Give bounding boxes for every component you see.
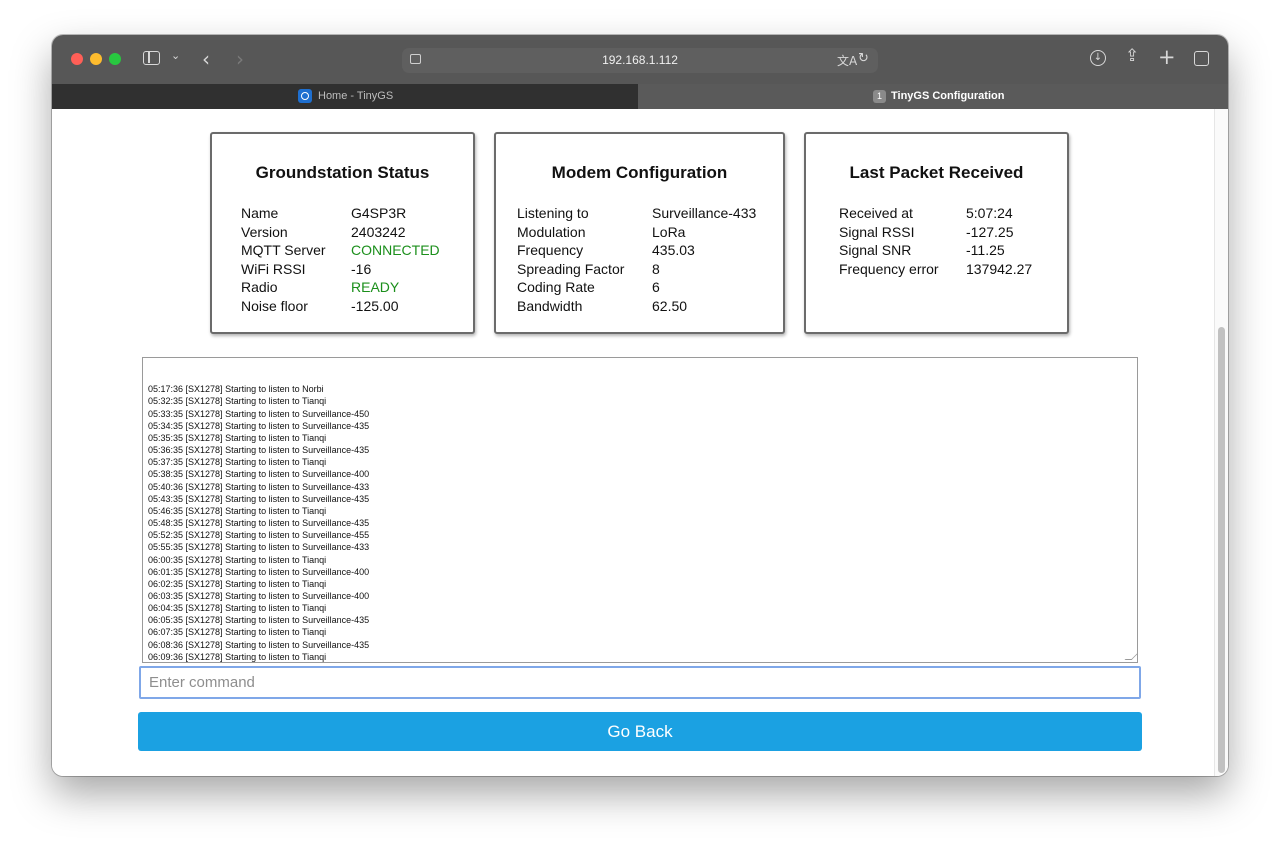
card-title: Groundstation Status [255, 163, 430, 182]
row-value: -11.25 [966, 242, 1005, 258]
zoom-window-button[interactable] [109, 53, 121, 65]
card-title: Modem Configuration [551, 163, 728, 182]
console-log[interactable]: 05:17:36 [SX1278] Starting to listen to … [142, 357, 1138, 663]
row-value: -125.00 [351, 297, 399, 314]
row-label: Noise floor [241, 297, 308, 314]
scrollbar-thumb[interactable] [1218, 327, 1225, 773]
go-back-button[interactable]: Go Back [138, 712, 1142, 751]
status-row-noise-floor: Noise floor -125.00 [241, 297, 440, 316]
row-value: 2403242 [351, 223, 406, 240]
tab-badge: 1 [873, 90, 886, 103]
row-value: Surveillance-433 [652, 205, 757, 221]
tab-home-tinygs[interactable]: Home - TinyGS [52, 84, 638, 109]
modem-row-listening: Listening to Surveillance-433 [517, 204, 756, 223]
chevron-down-icon[interactable]: ⌄ [171, 49, 180, 62]
row-label: Bandwidth [517, 297, 583, 314]
row-label: Modulation [517, 223, 586, 240]
tab-bar: Home - TinyGS 1 TinyGS Configuration [52, 84, 1228, 109]
row-label: Listening to [517, 205, 589, 221]
row-label: WiFi RSSI [241, 260, 306, 277]
tab-label: TinyGS Configuration [891, 90, 1005, 102]
modem-row-coding-rate: Coding Rate 6 [517, 278, 756, 297]
row-value: -16 [351, 260, 372, 277]
browser-window: ⌄ ‹ › 192.168.1.112 文A ↻ ↓ ⇪ + Home - Ti… [52, 35, 1228, 776]
status-row-name: Name G4SP3R [241, 204, 440, 223]
groundstation-status-card: Groundstation Status Name G4SP3R Version 2… [210, 132, 475, 334]
close-window-button[interactable] [71, 53, 83, 65]
card-title: Last Packet Received [849, 163, 1024, 182]
page-content: Groundstation Status Name G4SP3R Version 2… [52, 109, 1228, 776]
row-label: Received at [839, 205, 913, 221]
status-rows: Name G4SP3R Version 2403242 MQTT Server CON… [241, 204, 440, 315]
packet-row-signal-snr: Signal SNR -11.25 [839, 241, 1032, 260]
row-label: Name [241, 205, 279, 221]
modem-row-frequency: Frequency 435.03 [517, 241, 756, 260]
row-label: Radio [241, 279, 278, 295]
row-label: Frequency error [839, 260, 939, 277]
row-label: Version [241, 223, 288, 240]
share-icon[interactable]: ⇪ [1125, 46, 1139, 66]
status-row-wifi-rssi: WiFi RSSI -16 [241, 260, 440, 279]
back-icon[interactable]: ‹ [202, 47, 210, 71]
last-packet-card: Last Packet Received Received at 5:07:24 … [804, 132, 1069, 334]
address-bar[interactable]: 192.168.1.112 文A ↻ [402, 48, 878, 73]
row-value: 8 [652, 260, 660, 277]
translate-icon[interactable]: 文A [837, 52, 857, 69]
minimize-window-button[interactable] [90, 53, 102, 65]
row-value: 137942.27 [966, 260, 1033, 277]
tab-label: Home - TinyGS [318, 90, 394, 102]
tab-overview-icon[interactable] [1194, 51, 1209, 66]
status-row-mqtt: MQTT Server CONNECTED [241, 241, 440, 260]
sidebar-icon[interactable] [143, 51, 160, 65]
modem-row-bandwidth: Bandwidth 62.50 [517, 297, 756, 316]
row-value: 5:07:24 [966, 205, 1013, 221]
status-row-radio: Radio READY [241, 278, 440, 297]
packet-row-frequency-error: Frequency error 137942.27 [839, 260, 1032, 279]
row-value: 6 [652, 279, 660, 295]
row-label: Spreading Factor [517, 260, 625, 277]
row-value: READY [351, 279, 400, 295]
tab-tinygs-configuration[interactable]: 1 TinyGS Configuration [638, 84, 1228, 109]
row-value: -127.25 [966, 223, 1014, 240]
packet-rows: Received at 5:07:24 Signal RSSI -127.25 Si… [839, 204, 1032, 278]
browser-toolbar: ⌄ ‹ › 192.168.1.112 文A ↻ ↓ ⇪ + [52, 35, 1228, 84]
packet-row-signal-rssi: Signal RSSI -127.25 [839, 223, 1032, 242]
tinygs-favicon [298, 89, 312, 103]
modem-rows: Listening to Surveillance-433 Modulation L… [517, 204, 756, 315]
modem-row-modulation: Modulation LoRa [517, 223, 756, 242]
console-log-text: 05:17:36 [SX1278] Starting to listen to … [148, 384, 370, 662]
status-row-version: Version 2403242 [241, 223, 440, 242]
row-value: 62.50 [652, 297, 688, 314]
modem-row-spreading-factor: Spreading Factor 8 [517, 260, 756, 279]
modem-configuration-card: Modem Configuration Listening to Surveill… [494, 132, 785, 334]
address-url: 192.168.1.112 [602, 53, 678, 67]
row-value: CONNECTED [351, 242, 440, 258]
new-tab-icon[interactable]: + [1158, 45, 1176, 69]
download-icon[interactable]: ↓ [1090, 50, 1106, 66]
command-input[interactable] [141, 668, 1139, 697]
row-value: G4SP3R [351, 205, 407, 221]
forward-icon[interactable]: › [236, 47, 244, 71]
row-label: Signal SNR [839, 242, 912, 258]
command-field-wrapper [139, 666, 1141, 699]
row-label: Frequency [517, 242, 584, 258]
row-value: LoRa [652, 223, 686, 240]
row-value: 435.03 [652, 242, 695, 258]
page-scrollbar[interactable] [1214, 109, 1228, 776]
reload-icon[interactable]: ↻ [858, 51, 869, 66]
packet-row-received-at: Received at 5:07:24 [839, 204, 1032, 223]
row-label: Coding Rate [517, 279, 595, 295]
row-label: Signal RSSI [839, 223, 915, 240]
row-label: MQTT Server [241, 242, 326, 258]
